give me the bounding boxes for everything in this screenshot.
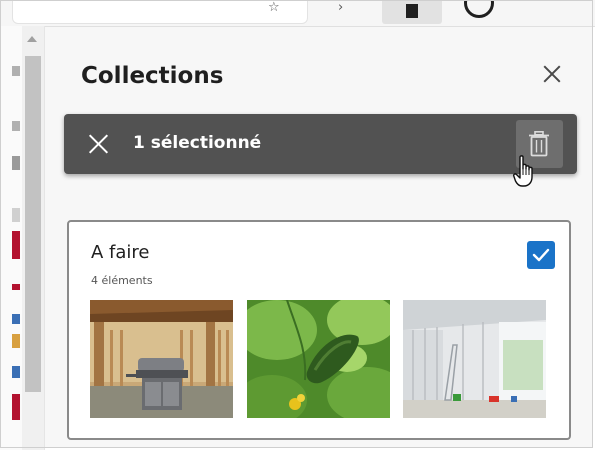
browser-toolbar: ☆ › [0,0,595,27]
page-fragment [12,121,20,131]
page-fragment [12,156,20,170]
favorite-star-icon[interactable]: ☆ [268,0,280,15]
clear-selection-icon[interactable] [86,132,110,156]
close-pane-icon[interactable] [537,59,567,89]
scroll-up-arrow-icon[interactable] [27,36,37,42]
checkmark-icon [532,248,550,262]
page-scrollbar[interactable] [22,26,44,450]
collection-card[interactable]: A faire 4 éléments [67,220,571,440]
page-fragment [12,208,20,222]
pane-title: Collections [81,63,224,89]
profile-icon[interactable] [464,0,494,18]
page-fragment [12,66,20,76]
collection-item-count: 4 éléments [91,274,153,287]
selection-bar: 1 sélectionné [64,114,577,174]
page-fragment [12,231,20,259]
page-fragment [12,334,20,348]
favorites-icon[interactable]: › [338,0,343,15]
collections-pane: Collections 1 sélectionné A faire 4 élém… [45,27,593,448]
empty-room-image[interactable] [403,300,546,418]
trash-icon [529,131,549,157]
page-fragment [12,284,20,290]
page-fragment [12,314,20,324]
collection-checkbox[interactable] [527,241,555,269]
page-content-strip [0,26,45,450]
page-fragment [12,394,20,420]
selection-count-label: 1 sélectionné [133,133,262,153]
collections-toolbar-button[interactable] [382,0,442,24]
address-bar[interactable] [12,0,308,24]
collection-title: A faire [91,242,150,263]
hand-pointer-cursor-icon [513,155,533,187]
gazebo-grill-image[interactable] [90,300,233,418]
scrollbar-thumb[interactable] [25,56,41,392]
page-fragment [12,366,20,378]
page-slice [0,26,22,450]
cucumber-plant-image[interactable] [247,300,390,418]
